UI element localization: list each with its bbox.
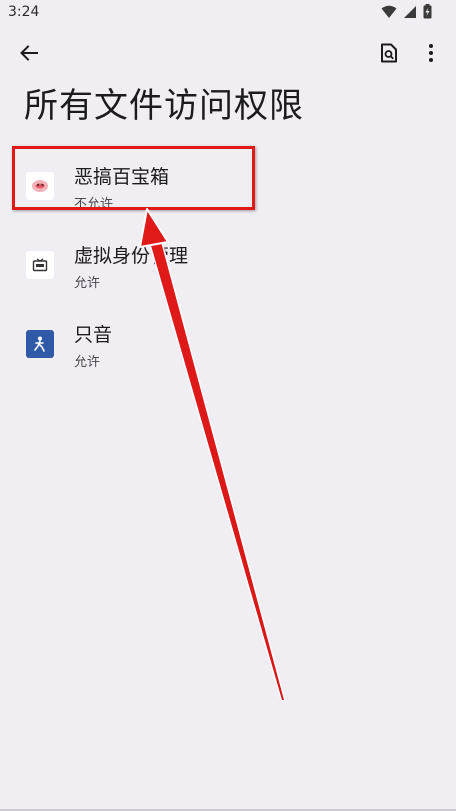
- back-button[interactable]: [14, 40, 44, 70]
- app-permission-status: 允许: [74, 276, 101, 291]
- wifi-icon: [381, 4, 397, 23]
- status-time: 3:24: [8, 4, 40, 20]
- list-item[interactable]: 只音 允许: [0, 296, 456, 375]
- back-arrow-icon: [19, 43, 39, 67]
- list-item[interactable]: 虚拟身份管理 允许: [0, 217, 456, 296]
- status-bar: 3:24: [0, 0, 456, 26]
- more-vert-icon: [428, 43, 434, 67]
- virtual-identity-icon: [26, 251, 54, 279]
- toolbar: [0, 36, 456, 72]
- signal-icon: [403, 4, 417, 23]
- app-name: 虚拟身份管理: [74, 245, 189, 267]
- page-title: 所有文件访问权限: [24, 86, 304, 126]
- app-name: 只音: [74, 324, 113, 346]
- search-in-files-button[interactable]: [374, 40, 404, 70]
- status-icons: [381, 4, 432, 23]
- zhiyin-icon: [26, 330, 54, 358]
- battery-icon: [423, 4, 432, 23]
- more-options-button[interactable]: [416, 40, 446, 70]
- highlight-annotation-box: [12, 146, 255, 210]
- app-permission-status: 允许: [74, 355, 101, 370]
- doc-search-icon: [380, 43, 398, 67]
